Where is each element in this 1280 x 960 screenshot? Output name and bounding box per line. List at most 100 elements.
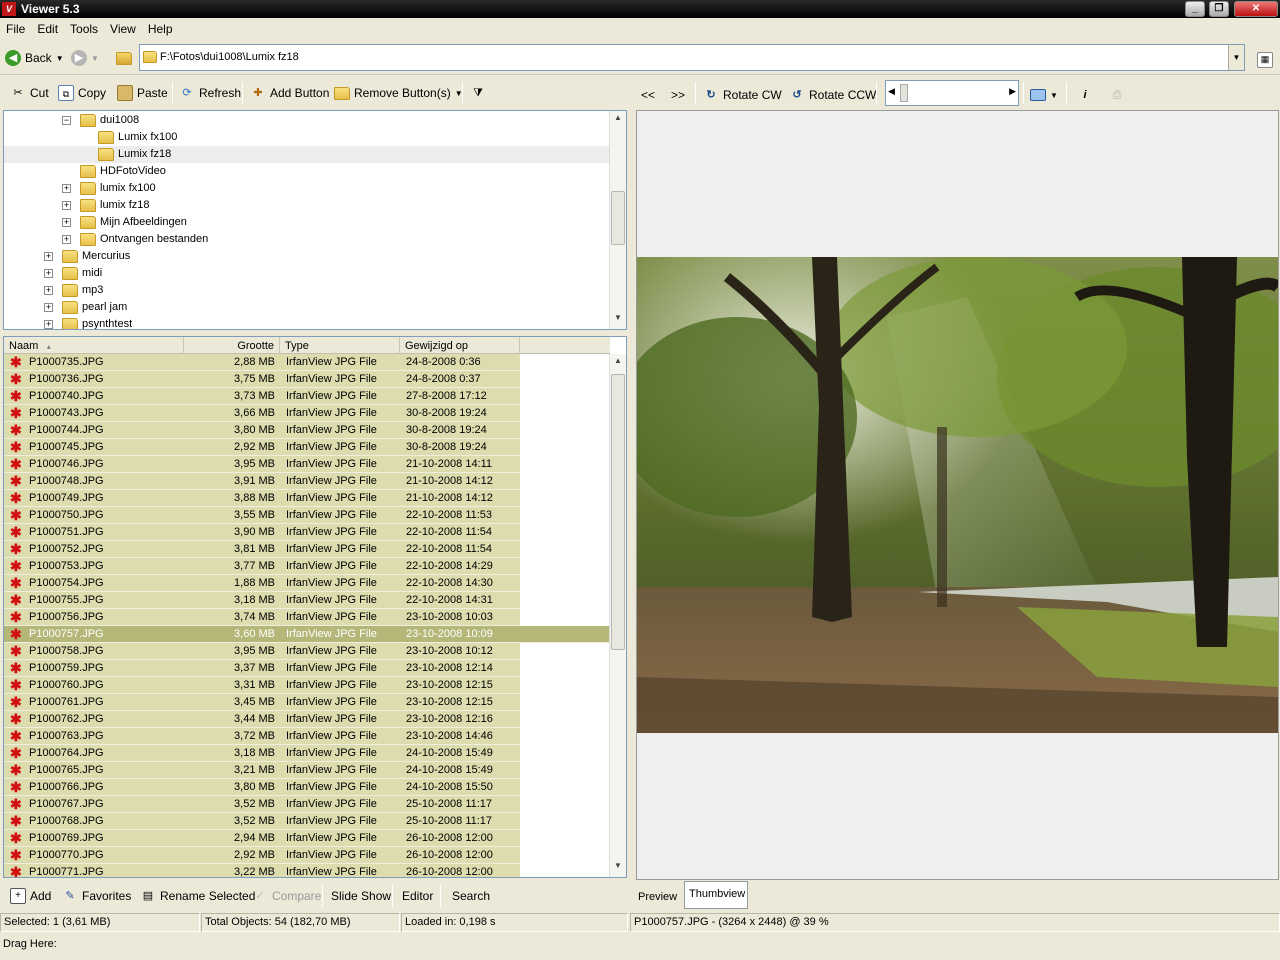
next-image-button[interactable]: >> [671,85,685,105]
close-button[interactable]: ✕ [1234,1,1278,17]
menu-help[interactable]: Help [142,19,179,36]
table-row[interactable]: P1000759.JPG 3,37 MB IrfanView JPG File 23-… [4,660,610,677]
chevron-down-icon[interactable]: ▼ [91,54,99,63]
filter-button[interactable]: ⧩ [470,83,486,103]
slide-show-button[interactable]: Slide Show [331,886,391,906]
table-row[interactable]: P1000766.JPG 3,80 MB IrfanView JPG File 24-… [4,779,610,796]
table-row[interactable]: P1000744.JPG 3,80 MB IrfanView JPG File 30-… [4,422,610,439]
table-row[interactable]: P1000765.JPG 3,21 MB IrfanView JPG File 24-… [4,762,610,779]
table-row[interactable]: P1000735.JPG 2,88 MB IrfanView JPG File 24-… [4,354,610,371]
tree-item[interactable]: + Ontvangen bestanden [4,231,609,248]
table-row[interactable]: P1000743.JPG 3,66 MB IrfanView JPG File 30-… [4,405,610,422]
restore-button[interactable]: ❐ [1209,1,1229,17]
view-grid-icon[interactable]: ▦ [1257,52,1273,68]
column-header-modified[interactable]: Gewijzigd op [400,337,520,354]
table-row[interactable]: P1000751.JPG 3,90 MB IrfanView JPG File 22-… [4,524,610,541]
copy-button[interactable]: ⧉ Copy [58,83,106,103]
expand-icon[interactable]: + [44,252,53,261]
scroll-up-icon[interactable]: ▲ [610,356,626,370]
table-row[interactable]: P1000749.JPG 3,88 MB IrfanView JPG File 21-… [4,490,610,507]
tab-preview[interactable]: Preview [633,884,683,908]
rename-selected-button[interactable]: ▤ Rename Selected [140,886,256,906]
tree-item[interactable]: + pearl jam [4,299,609,316]
tree-item[interactable]: Lumix fz18 [4,146,609,163]
print-button[interactable]: ⎙ [1109,85,1125,105]
table-row[interactable]: P1000760.JPG 3,31 MB IrfanView JPG File 23-… [4,677,610,694]
tree-item[interactable]: + psynthtest [4,316,609,329]
table-row[interactable]: P1000761.JPG 3,45 MB IrfanView JPG File 23-… [4,694,610,711]
table-row[interactable]: P1000771.JPG 3,22 MB IrfanView JPG File 26-… [4,864,610,877]
refresh-button[interactable]: ⟳ Refresh [179,83,241,103]
table-row[interactable]: P1000768.JPG 3,52 MB IrfanView JPG File 25-… [4,813,610,830]
minimize-button[interactable]: _ [1185,1,1205,17]
expand-icon[interactable]: + [44,303,53,312]
scroll-right-icon[interactable]: ▶ [1009,86,1016,97]
table-row[interactable]: P1000770.JPG 2,92 MB IrfanView JPG File 26-… [4,847,610,864]
expand-icon[interactable]: + [62,201,71,210]
compare-button[interactable]: ✓ Compare [252,886,321,906]
menu-view[interactable]: View [104,19,142,36]
menu-tools[interactable]: Tools [64,19,104,36]
expand-icon[interactable]: + [62,184,71,193]
expand-icon[interactable]: + [44,320,53,329]
editor-button[interactable]: Editor [402,886,433,906]
zoom-scrollbar[interactable]: ◀ ▶ [885,80,1019,106]
table-row[interactable]: P1000755.JPG 3,18 MB IrfanView JPG File 22-… [4,592,610,609]
zoom-slider-thumb[interactable] [900,84,908,102]
column-header-name[interactable]: Naam ▲ [4,337,184,354]
back-button[interactable]: ◀ Back ▼ [5,48,64,68]
rotate-ccw-button[interactable]: ↺ Rotate CCW [789,85,876,105]
menu-edit[interactable]: Edit [31,19,64,36]
display-mode-button[interactable]: ▼ [1030,85,1058,105]
table-row[interactable]: P1000763.JPG 3,72 MB IrfanView JPG File 23-… [4,728,610,745]
scroll-up-icon[interactable]: ▲ [610,113,626,127]
expand-icon[interactable]: + [44,269,53,278]
image-preview-pane[interactable] [636,110,1279,880]
expand-icon[interactable]: + [62,235,71,244]
table-row[interactable]: P1000745.JPG 2,92 MB IrfanView JPG File 30-… [4,439,610,456]
previous-image-button[interactable]: << [641,85,655,105]
table-row[interactable]: P1000762.JPG 3,44 MB IrfanView JPG File 23-… [4,711,610,728]
table-row[interactable]: P1000767.JPG 3,52 MB IrfanView JPG File 25-… [4,796,610,813]
tree-scrollbar[interactable]: ▲ ▼ [609,111,626,329]
table-row[interactable]: P1000736.JPG 3,75 MB IrfanView JPG File 24-… [4,371,610,388]
paste-button[interactable]: Paste [117,83,168,103]
menu-file[interactable]: File [0,19,31,36]
rotate-cw-button[interactable]: ↻ Rotate CW [703,85,781,105]
table-row[interactable]: P1000748.JPG 3,91 MB IrfanView JPG File 21-… [4,473,610,490]
table-row[interactable]: P1000756.JPG 3,74 MB IrfanView JPG File 23-… [4,609,610,626]
table-row[interactable]: P1000757.JPG 3,60 MB IrfanView JPG File 23-… [4,626,610,643]
tree-item[interactable]: − dui1008 [4,112,609,129]
tree-item[interactable]: + mp3 [4,282,609,299]
column-header-type[interactable]: Type [280,337,400,354]
scroll-down-icon[interactable]: ▼ [610,313,626,327]
tree-item[interactable]: + lumix fx100 [4,180,609,197]
forward-button[interactable]: ▶ ▼ [71,48,99,68]
list-scrollbar-thumb[interactable] [611,374,625,650]
tree-item[interactable]: + midi [4,265,609,282]
info-button[interactable]: i [1077,85,1093,105]
table-row[interactable]: P1000740.JPG 3,73 MB IrfanView JPG File 27-… [4,388,610,405]
tree-item[interactable]: + Mijn Afbeeldingen [4,214,609,231]
column-header-size[interactable]: Grootte [184,337,280,354]
tree-item[interactable]: HDFotoVideo [4,163,609,180]
add-button-button[interactable]: ✚ Add Button [250,83,329,103]
tree-scrollbar-thumb[interactable] [611,191,625,245]
expand-icon[interactable]: + [62,218,71,227]
favorites-button[interactable]: ✎ Favorites [62,886,131,906]
tree-item[interactable]: + lumix fz18 [4,197,609,214]
tree-item[interactable]: Lumix fx100 [4,129,609,146]
expand-icon[interactable]: + [44,286,53,295]
search-button[interactable]: Search [452,886,490,906]
up-folder-button[interactable] [116,48,132,68]
tab-thumbview[interactable]: Thumbview [684,881,748,909]
cut-button[interactable]: ✂ Cut [10,83,48,103]
remove-buttons-button[interactable]: Remove Button(s) ▼ [334,83,463,103]
table-row[interactable]: P1000746.JPG 3,95 MB IrfanView JPG File 21-… [4,456,610,473]
table-row[interactable]: P1000750.JPG 3,55 MB IrfanView JPG File 22-… [4,507,610,524]
table-row[interactable]: P1000769.JPG 2,94 MB IrfanView JPG File 26-… [4,830,610,847]
table-row[interactable]: P1000758.JPG 3,95 MB IrfanView JPG File 23-… [4,643,610,660]
tree-item[interactable]: + Mercurius [4,248,609,265]
collapse-icon[interactable]: − [62,116,71,125]
add-button[interactable]: + Add [10,886,51,906]
